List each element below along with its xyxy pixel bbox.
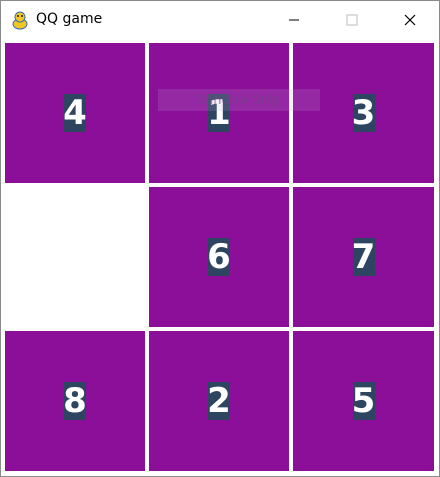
tile-number-box: 2 bbox=[207, 381, 231, 421]
empty-tile[interactable] bbox=[5, 187, 145, 327]
maximize-icon bbox=[346, 14, 358, 26]
tile-number: 7 bbox=[351, 237, 376, 277]
tile[interactable]: 3 bbox=[293, 43, 434, 183]
tile-number-box: 3 bbox=[351, 93, 376, 133]
tile-number: 3 bbox=[351, 93, 376, 133]
tile[interactable]: 6 bbox=[149, 187, 289, 327]
tile-number-box: 1 bbox=[207, 93, 231, 133]
tile-number: 2 bbox=[207, 381, 231, 421]
tile-number: 1 bbox=[207, 93, 231, 133]
close-icon bbox=[404, 14, 416, 26]
tile-number: 5 bbox=[351, 381, 376, 421]
tile-number-box: 6 bbox=[207, 237, 231, 277]
tile[interactable]: 5 bbox=[293, 331, 434, 471]
tile-number-box: 7 bbox=[351, 237, 376, 277]
tile-number: 8 bbox=[63, 381, 87, 421]
minimize-icon bbox=[289, 19, 299, 21]
tile[interactable]: 1 bbox=[149, 43, 289, 183]
tile-number-box: 5 bbox=[351, 381, 376, 421]
pygame-snake-icon bbox=[12, 11, 28, 30]
tile[interactable]: 7 bbox=[293, 187, 434, 327]
tile-number-box: 8 bbox=[63, 381, 87, 421]
tile-number: 4 bbox=[63, 93, 87, 133]
tile[interactable]: 4 bbox=[5, 43, 145, 183]
puzzle-board: 4 1 3 6 7 8 2 5 Window Snip bbox=[1, 39, 439, 476]
window-title: QQ game bbox=[36, 11, 103, 27]
tile-number-box: 4 bbox=[63, 93, 87, 133]
app-window: QQ game 4 1 3 6 7 8 2 5 Window Snip bbox=[0, 0, 440, 477]
maximize-button[interactable] bbox=[323, 1, 381, 39]
minimize-button[interactable] bbox=[265, 1, 323, 39]
tile[interactable]: 8 bbox=[5, 331, 145, 471]
close-button[interactable] bbox=[381, 1, 439, 39]
title-bar[interactable]: QQ game bbox=[1, 1, 439, 39]
tile-number: 6 bbox=[207, 237, 231, 277]
tile[interactable]: 2 bbox=[149, 331, 289, 471]
